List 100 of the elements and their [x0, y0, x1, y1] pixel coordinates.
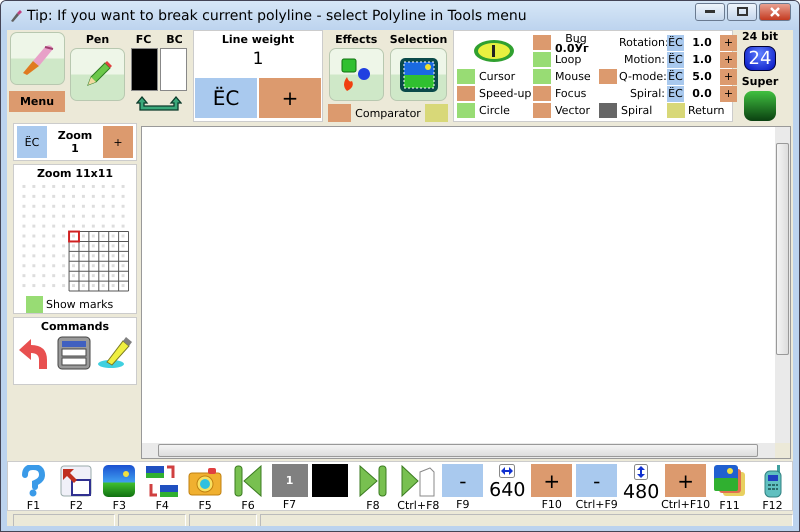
toolbar-button[interactable]: [60, 464, 92, 498]
picture-icon: [398, 56, 438, 92]
shortcut-label: Ctrl+F9: [576, 498, 618, 511]
parameter-value: 1.0: [691, 36, 713, 49]
shortcut-label: F11: [719, 499, 740, 512]
horizontal-scrollbar[interactable]: [142, 443, 775, 458]
shortcut-label: F8: [366, 499, 380, 512]
zoom-value: 1: [71, 142, 79, 155]
color-label: BC: [165, 33, 184, 46]
toolbar-button[interactable]: [400, 464, 436, 498]
decrease-button[interactable]: ËC: [667, 68, 684, 84]
selection-label: Selection: [390, 33, 448, 46]
increase-button[interactable]: +: [720, 34, 737, 50]
option-label: Loop: [554, 53, 582, 66]
parameter-label: Motion:: [623, 53, 665, 66]
brush-button[interactable]: [10, 32, 64, 85]
option-toggle[interactable]: [599, 103, 617, 118]
show-marks-label: Show marks: [46, 298, 114, 311]
line-weight-title: Line weight: [222, 33, 294, 46]
option-toggle[interactable]: [533, 52, 551, 67]
shortcut-label: F9: [456, 498, 470, 511]
color-swatch[interactable]: [312, 464, 348, 497]
option-label: Circle: [478, 104, 511, 117]
vertical-scrollbar[interactable]: [775, 127, 790, 443]
phone-icon: [762, 464, 784, 498]
skip-forward-icon: [358, 464, 388, 498]
zoom-view-title: Zoom 11x11: [36, 167, 114, 180]
shortcut-label: F4: [156, 499, 169, 512]
swap-pictures-icon: [145, 464, 180, 498]
swap-arrow-icon: [136, 95, 182, 113]
horizontal-arrows-icon: [499, 464, 516, 478]
eye-icon: [472, 38, 516, 64]
effects-button[interactable]: [328, 48, 384, 101]
option-label: Mouse: [554, 70, 592, 83]
option-label: Speed-up: [478, 87, 531, 100]
close-button[interactable]: [759, 2, 791, 20]
status-bar-section: [118, 514, 186, 526]
toolbar-button[interactable]: [102, 464, 136, 498]
decrease-button[interactable]: -: [442, 464, 484, 497]
decrease-button[interactable]: -: [576, 464, 618, 497]
toolbar-button[interactable]: [233, 464, 264, 498]
window-title: Tip: If you want to break current polyline - select Polyline in Tools menu: [27, 8, 528, 24]
menu-button[interactable]: Menu: [9, 91, 65, 112]
maximize-button[interactable]: [727, 2, 757, 20]
option-toggle[interactable]: [533, 69, 551, 84]
page-button[interactable]: 1: [272, 464, 308, 497]
clear-button[interactable]: [97, 336, 133, 370]
color-label: FC: [134, 33, 152, 46]
shortcut-label: F10: [542, 498, 562, 511]
option-toggle[interactable]: [599, 69, 617, 84]
increase-button[interactable]: +: [665, 464, 706, 497]
camera-icon: [188, 465, 222, 497]
menu-button[interactable]: [57, 336, 91, 370]
scrollbar-corner: [775, 443, 790, 458]
selection-button[interactable]: [390, 48, 447, 101]
increase-button[interactable]: +: [720, 52, 737, 68]
color-swatch[interactable]: [131, 48, 158, 91]
option-toggle[interactable]: [424, 104, 448, 122]
quality-mode-label: Super: [742, 75, 778, 88]
option-toggle[interactable]: [457, 86, 475, 101]
option-toggle[interactable]: [533, 103, 551, 118]
shortcut-label: F6: [241, 499, 255, 512]
color-depth-label: 24 bit: [742, 30, 778, 43]
increase-button[interactable]: +: [531, 464, 572, 497]
option-toggle[interactable]: [533, 35, 551, 50]
show-marks-toggle[interactable]: [26, 296, 43, 313]
decrease-button[interactable]: ËC: [667, 52, 684, 68]
option-toggle[interactable]: [667, 103, 685, 118]
comparator-label: Comparator: [355, 106, 421, 120]
increase-button[interactable]: +: [720, 86, 737, 102]
shortcut-label: F5: [198, 499, 212, 512]
pen-button[interactable]: [70, 48, 125, 101]
shortcut-label: F7: [282, 498, 296, 511]
toolbar-button[interactable]: [712, 464, 747, 498]
color-swatch[interactable]: [160, 48, 187, 91]
parameter-value: 1.0: [691, 53, 713, 66]
parameter-label: Rotation:: [619, 36, 665, 49]
increase-button[interactable]: +: [259, 78, 321, 118]
color-depth-badge[interactable]: 24: [744, 46, 776, 71]
option-label: Return: [687, 104, 726, 117]
increase-button[interactable]: +: [720, 68, 737, 84]
option-toggle[interactable]: [328, 104, 352, 122]
option-label: Focus: [554, 87, 588, 100]
decrease-button[interactable]: ËC: [667, 86, 684, 102]
option-toggle[interactable]: [457, 69, 475, 84]
minimize-button[interactable]: [695, 2, 725, 20]
toolbar-button[interactable]: [358, 464, 388, 498]
increase-zoom-button[interactable]: +: [103, 126, 133, 158]
parameter-value: 5.0: [691, 70, 713, 83]
shortcut-label: F12: [762, 499, 783, 512]
landscape-icon: [102, 464, 136, 498]
close-icon: [770, 6, 780, 16]
decrease-button[interactable]: ËC: [195, 78, 257, 118]
decrease-zoom-button[interactable]: ËC: [17, 126, 47, 158]
toolbar-button[interactable]: [145, 464, 180, 498]
option-toggle[interactable]: [457, 103, 475, 118]
toolbar-button[interactable]: [762, 464, 784, 498]
pictures-stack-icon: [712, 464, 747, 498]
decrease-button[interactable]: ËC: [667, 34, 684, 50]
option-toggle[interactable]: [533, 86, 551, 101]
